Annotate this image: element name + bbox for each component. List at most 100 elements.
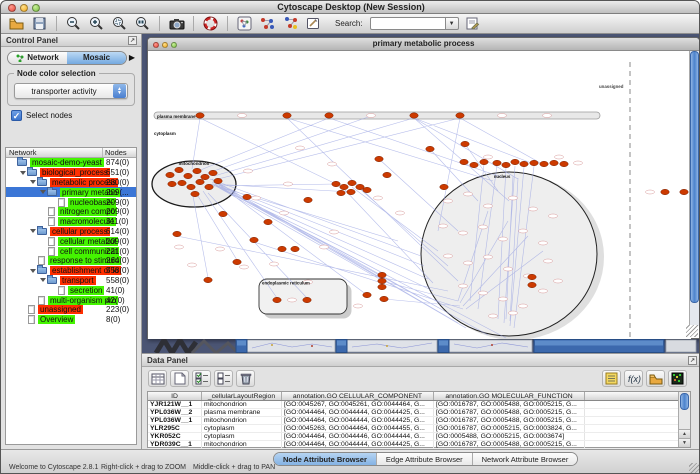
toolbar-separator	[159, 16, 160, 31]
tree-row[interactable]: secretion41(0)	[6, 285, 136, 295]
zoom-selected-region-icon[interactable]	[110, 15, 129, 33]
data-panel: Data Panel ↗ f(x)	[142, 353, 700, 449]
tab-mosaic[interactable]: Mosaic	[67, 52, 126, 64]
tree-row[interactable]: nucleobase-209(0)	[6, 197, 136, 207]
tab-overflow-arrow[interactable]: ▶	[127, 53, 137, 62]
tree-row[interactable]: biological_process651(0)	[6, 168, 136, 178]
new-attribute-icon[interactable]	[170, 370, 189, 387]
column-header-filler	[585, 392, 690, 400]
expand-arrow-icon[interactable]	[28, 269, 37, 273]
color-attribute-dropdown[interactable]: transporter activity ▲▼	[14, 83, 128, 99]
table-row[interactable]: YPL036W__1mitochondrion[GO:0044464, GO:0…	[148, 417, 690, 425]
hide-graphics-details-icon[interactable]	[258, 15, 277, 33]
attribute-table-header[interactable]: ID _cellularLayoutRegion annotation.GO C…	[148, 392, 690, 401]
tree-row[interactable]: transport558(0)	[6, 276, 136, 286]
zoom-out-icon[interactable]	[64, 15, 83, 33]
frame-resize-grip[interactable]	[686, 325, 698, 337]
tree-row[interactable]: nitrogen compo209(0)	[6, 207, 136, 217]
float-panel-icon[interactable]: ↗	[688, 356, 697, 365]
expand-arrow-icon[interactable]	[38, 278, 47, 282]
tree-row[interactable]: metabolic process280(0)	[6, 178, 136, 188]
window-titlebar[interactable]: Cytoscape Desktop (New Session)	[1, 1, 700, 14]
open-icon[interactable]	[7, 15, 26, 33]
expand-arrow-icon[interactable]	[18, 171, 27, 175]
node-color-selection-group: Node color selection transporter activit…	[7, 73, 135, 106]
scrollbar-arrows[interactable]: ▲▼	[679, 429, 690, 447]
import-attributes-icon[interactable]	[646, 370, 665, 387]
file-icon	[48, 217, 55, 226]
background-windows-strip[interactable]	[142, 339, 700, 353]
tree-row[interactable]: response to stimulu264(0)	[6, 256, 136, 266]
tree-row[interactable]: establishment of lo558(0)	[6, 266, 136, 276]
zoom-to-fit-icon[interactable]	[133, 15, 152, 33]
folder-icon	[37, 267, 47, 274]
file-icon	[58, 198, 65, 207]
select-nodes-checkbox[interactable]: ✓	[11, 110, 22, 121]
tree-row[interactable]: multi-organism pro42(0)	[6, 295, 136, 305]
window-title: Cytoscape Desktop (New Session)	[1, 2, 700, 12]
vizmapper-icon[interactable]	[235, 15, 254, 33]
save-icon[interactable]	[30, 15, 49, 33]
scrollbar-thumb[interactable]	[680, 393, 689, 410]
table-row[interactable]: YPL036W__2plasma membrane[GO:0044464, GO…	[148, 409, 690, 417]
dropdown-stepper-icon: ▲▼	[113, 84, 126, 98]
zoom-in-icon[interactable]	[87, 15, 106, 33]
tree-row[interactable]: cell communicat221(0)	[6, 246, 136, 256]
attribute-editor-icon[interactable]	[602, 370, 621, 387]
network-window[interactable]: primary metabolic process	[147, 37, 700, 339]
window-resize-grip[interactable]	[689, 463, 700, 474]
data-panel-title: Data Panel	[147, 356, 188, 365]
status-zoom-hint: Right-click + drag to ZOOM	[101, 464, 186, 471]
tree-row[interactable]: Overview8(0)	[6, 315, 136, 325]
table-row[interactable]: YKR052Ccytoplasm[GO:0044464, GO:0044446,…	[148, 433, 690, 441]
file-icon	[28, 305, 35, 314]
expand-arrow-icon[interactable]	[38, 190, 47, 194]
network-vertical-scrollbar[interactable]	[689, 51, 699, 326]
svg-text:f(x): f(x)	[628, 374, 641, 384]
search-input[interactable]	[370, 17, 446, 30]
table-row[interactable]: YLR295Ccytoplasm[GO:0045263, GO:0044464,…	[148, 425, 690, 433]
column-header-id[interactable]: ID	[148, 392, 202, 400]
nucleus-label: nucleus	[494, 174, 511, 179]
toolbar-separator	[227, 16, 228, 31]
tree-row[interactable]: macromolecule311(0)	[6, 217, 136, 227]
scroll-down-icon: ▼	[679, 438, 690, 447]
main-toolbar: Search: ▼	[1, 14, 700, 34]
tree-row[interactable]: cellular process614(0)	[6, 227, 136, 237]
function-builder-icon[interactable]: f(x)	[624, 370, 643, 387]
attribute-table-icon[interactable]	[148, 370, 167, 387]
show-graphics-details-icon[interactable]	[281, 15, 300, 33]
delete-attribute-icon[interactable]	[236, 370, 255, 387]
table-row[interactable]: YDR039C__1mitochondrion[GO:0044464, GO:0…	[148, 441, 690, 449]
snapshot-icon[interactable]	[167, 15, 186, 33]
matrix-view-icon[interactable]	[668, 370, 687, 387]
network-canvas[interactable]: plasma membrane cytoplasm mitochondrion …	[148, 51, 691, 339]
expand-arrow-icon[interactable]	[28, 229, 37, 233]
column-header-region[interactable]: _cellularLayoutRegion	[202, 392, 282, 400]
configure-search-icon[interactable]	[463, 15, 482, 33]
float-panel-icon[interactable]: ↗	[128, 36, 137, 45]
help-ring-icon[interactable]	[201, 15, 220, 33]
status-pan-hint: Middle-click + drag to PAN	[193, 464, 275, 471]
column-header-cellular-component[interactable]: annotation.GO CELLULAR_COMPONENT	[282, 392, 434, 400]
file-icon	[38, 256, 45, 265]
expand-arrow-icon[interactable]	[28, 180, 37, 184]
scrollbar-thumb[interactable]	[690, 51, 699, 303]
column-header-molecular-function[interactable]: annotation.GO MOLECULAR_FUNCTION	[434, 392, 585, 400]
tree-header: Network Nodes	[6, 148, 136, 158]
control-panel-header[interactable]: Control Panel ↗	[1, 34, 141, 47]
control-panel: Control Panel ↗ Network Mosaic ▶ Node co…	[1, 34, 142, 449]
unselect-attributes-icon[interactable]	[214, 370, 233, 387]
table-vertical-scrollbar[interactable]: ▲▼	[678, 392, 690, 447]
network-window-titlebar[interactable]: primary metabolic process	[148, 38, 699, 51]
tree-row-selected[interactable]: primary metabo209(...	[6, 187, 136, 197]
tab-network[interactable]: Network	[8, 52, 67, 64]
annotation-icon[interactable]	[304, 15, 323, 33]
table-row[interactable]: YJR121W__1mitochondrion[GO:0045267, GO:0…	[148, 401, 690, 409]
select-attributes-icon[interactable]	[192, 370, 211, 387]
search-dropdown-arrow-icon[interactable]: ▼	[446, 17, 459, 30]
data-panel-header[interactable]: Data Panel ↗	[142, 354, 700, 367]
tree-row[interactable]: mosaic-demo-yeast874(0)	[6, 158, 136, 168]
tree-row[interactable]: cellular metabol209(0)	[6, 236, 136, 246]
tree-row[interactable]: unassigned223(0)	[6, 305, 136, 315]
